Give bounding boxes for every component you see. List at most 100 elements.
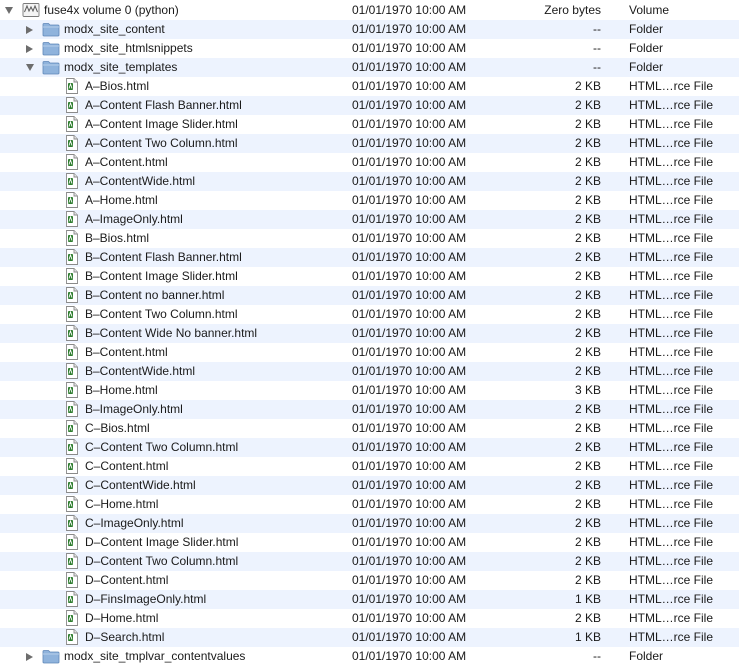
item-kind: HTML…rce File — [629, 79, 714, 93]
file-row[interactable]: D–Home.html 01/01/1970 10:00 AM 2 KB HTML…r… — [0, 609, 739, 628]
file-row[interactable]: C–ContentWide.html 01/01/1970 10:00 AM 2 K… — [0, 476, 739, 495]
disclosure-triangle-expanded-icon[interactable] — [3, 1, 15, 20]
file-row[interactable]: A–Bios.html 01/01/1970 10:00 AM 2 KB HTML…r… — [0, 77, 739, 96]
item-kind: HTML…rce File — [629, 250, 714, 264]
disclosure-triangle-expanded-icon[interactable] — [24, 58, 36, 77]
item-kind: HTML…rce File — [629, 421, 714, 435]
item-kind: Volume — [629, 3, 670, 17]
item-kind: HTML…rce File — [629, 611, 714, 625]
item-size: 2 KB — [574, 497, 601, 511]
file-row[interactable]: B–Content.html 01/01/1970 10:00 AM 2 KB HTM… — [0, 343, 739, 362]
item-size: 2 KB — [574, 250, 601, 264]
html-file-icon — [65, 135, 79, 151]
item-name: D–Home.html — [85, 611, 159, 625]
html-file-icon — [65, 287, 79, 303]
item-name: B–Content Flash Banner.html — [85, 250, 242, 264]
item-name: B–Content Image Slider.html — [85, 269, 238, 283]
folder-row[interactable]: modx_site_htmlsnippets 01/01/1970 10:00 A… — [0, 39, 739, 58]
file-row[interactable]: B–ContentWide.html 01/01/1970 10:00 AM 2 K… — [0, 362, 739, 381]
file-row[interactable]: B–ImageOnly.html 01/01/1970 10:00 AM 2 KB H… — [0, 400, 739, 419]
item-size: 1 KB — [574, 592, 601, 606]
file-row[interactable]: A–Content Image Slider.html 01/01/1970 10… — [0, 115, 739, 134]
html-file-icon — [65, 629, 79, 645]
date-modified: 01/01/1970 10:00 AM — [352, 345, 467, 359]
html-file-icon — [65, 78, 79, 94]
volume-row[interactable]: fuse4x volume 0 (python) 01/01/1970 10:00… — [0, 1, 739, 20]
file-row[interactable]: A–Home.html 01/01/1970 10:00 AM 2 KB HTML…r… — [0, 191, 739, 210]
item-kind: HTML…rce File — [629, 269, 714, 283]
disclosure-triangle-collapsed-icon[interactable] — [24, 647, 36, 666]
item-kind: HTML…rce File — [629, 326, 714, 340]
item-name: A–ImageOnly.html — [85, 212, 183, 226]
item-size: 2 KB — [574, 516, 601, 530]
html-file-icon — [65, 401, 79, 417]
file-row[interactable]: B–Content Wide No banner.html 01/01/1970 … — [0, 324, 739, 343]
date-modified: 01/01/1970 10:00 AM — [352, 117, 467, 131]
item-size: 2 KB — [574, 459, 601, 473]
file-row[interactable]: B–Content Image Slider.html 01/01/1970 10… — [0, 267, 739, 286]
file-row[interactable]: A–Content.html 01/01/1970 10:00 AM 2 KB HTM… — [0, 153, 739, 172]
file-row[interactable]: D–Content.html 01/01/1970 10:00 AM 2 KB HTM… — [0, 571, 739, 590]
item-size: -- — [593, 22, 601, 36]
item-name: A–ContentWide.html — [85, 174, 196, 188]
item-name: B–Home.html — [85, 383, 158, 397]
date-modified: 01/01/1970 10:00 AM — [352, 497, 467, 511]
disclosure-triangle-collapsed-icon[interactable] — [24, 20, 36, 39]
file-row[interactable]: B–Content no banner.html 01/01/1970 10:00… — [0, 286, 739, 305]
item-size: 2 KB — [574, 174, 601, 188]
html-file-icon — [65, 496, 79, 512]
item-size: -- — [593, 60, 601, 74]
item-size: 2 KB — [574, 440, 601, 454]
file-row[interactable]: A–Content Two Column.html 01/01/1970 10:0… — [0, 134, 739, 153]
item-size: 2 KB — [574, 288, 601, 302]
file-row[interactable]: C–Content.html 01/01/1970 10:00 AM 2 KB HTM… — [0, 457, 739, 476]
item-name: C–Bios.html — [85, 421, 150, 435]
file-row[interactable]: C–Bios.html 01/01/1970 10:00 AM 2 KB HTML…r… — [0, 419, 739, 438]
folder-row[interactable]: modx_site_content 01/01/1970 10:00 AM -- Fo… — [0, 20, 739, 39]
file-row[interactable]: D–Content Two Column.html 01/01/1970 10:0… — [0, 552, 739, 571]
item-name: B–ContentWide.html — [85, 364, 196, 378]
date-modified: 01/01/1970 10:00 AM — [352, 478, 467, 492]
item-name: modx_site_tmplvar_contentvalues — [64, 649, 246, 663]
item-name: A–Bios.html — [85, 79, 150, 93]
file-row[interactable]: D–FinsImageOnly.html 01/01/1970 10:00 AM 1… — [0, 590, 739, 609]
folder-row[interactable]: modx_site_tmplvar_contentvalues 01/01/197… — [0, 647, 739, 666]
date-modified: 01/01/1970 10:00 AM — [352, 421, 467, 435]
item-size: 2 KB — [574, 155, 601, 169]
item-size: 2 KB — [574, 611, 601, 625]
file-row[interactable]: A–ImageOnly.html 01/01/1970 10:00 AM 2 KB H… — [0, 210, 739, 229]
item-size: 2 KB — [574, 98, 601, 112]
folder-row[interactable]: modx_site_templates 01/01/1970 10:00 AM --… — [0, 58, 739, 77]
item-size: 2 KB — [574, 402, 601, 416]
date-modified: 01/01/1970 10:00 AM — [352, 98, 467, 112]
date-modified: 01/01/1970 10:00 AM — [352, 41, 467, 55]
file-row[interactable]: A–Content Flash Banner.html 01/01/1970 10… — [0, 96, 739, 115]
item-kind: HTML…rce File — [629, 592, 714, 606]
item-name: D–Search.html — [85, 630, 165, 644]
file-row[interactable]: D–Search.html 01/01/1970 10:00 AM 1 KB HTML… — [0, 628, 739, 647]
item-kind: HTML…rce File — [629, 193, 714, 207]
item-kind: HTML…rce File — [629, 117, 714, 131]
file-row[interactable]: D–Content Image Slider.html 01/01/1970 10… — [0, 533, 739, 552]
file-row[interactable]: B–Bios.html 01/01/1970 10:00 AM 2 KB HTML…r… — [0, 229, 739, 248]
folder-icon — [42, 40, 60, 56]
item-size: 2 KB — [574, 269, 601, 283]
date-modified: 01/01/1970 10:00 AM — [352, 288, 467, 302]
item-name: B–Content Wide No banner.html — [85, 326, 258, 340]
file-row[interactable]: B–Content Flash Banner.html 01/01/1970 10… — [0, 248, 739, 267]
html-file-icon — [65, 249, 79, 265]
item-size: 2 KB — [574, 231, 601, 245]
file-row[interactable]: C–Home.html 01/01/1970 10:00 AM 2 KB HTML…r… — [0, 495, 739, 514]
file-row[interactable]: C–ImageOnly.html 01/01/1970 10:00 AM 2 KB H… — [0, 514, 739, 533]
file-row[interactable]: C–Content Two Column.html 01/01/1970 10:0… — [0, 438, 739, 457]
folder-icon — [42, 648, 60, 664]
item-size: 1 KB — [574, 630, 601, 644]
file-row[interactable]: A–ContentWide.html 01/01/1970 10:00 AM 2 K… — [0, 172, 739, 191]
folder-icon — [42, 59, 60, 75]
date-modified: 01/01/1970 10:00 AM — [352, 383, 467, 397]
disclosure-triangle-collapsed-icon[interactable] — [24, 39, 36, 58]
html-file-icon — [65, 553, 79, 569]
item-size: 2 KB — [574, 79, 601, 93]
file-row[interactable]: B–Content Two Column.html 01/01/1970 10:0… — [0, 305, 739, 324]
file-row[interactable]: B–Home.html 01/01/1970 10:00 AM 3 KB HTML…r… — [0, 381, 739, 400]
